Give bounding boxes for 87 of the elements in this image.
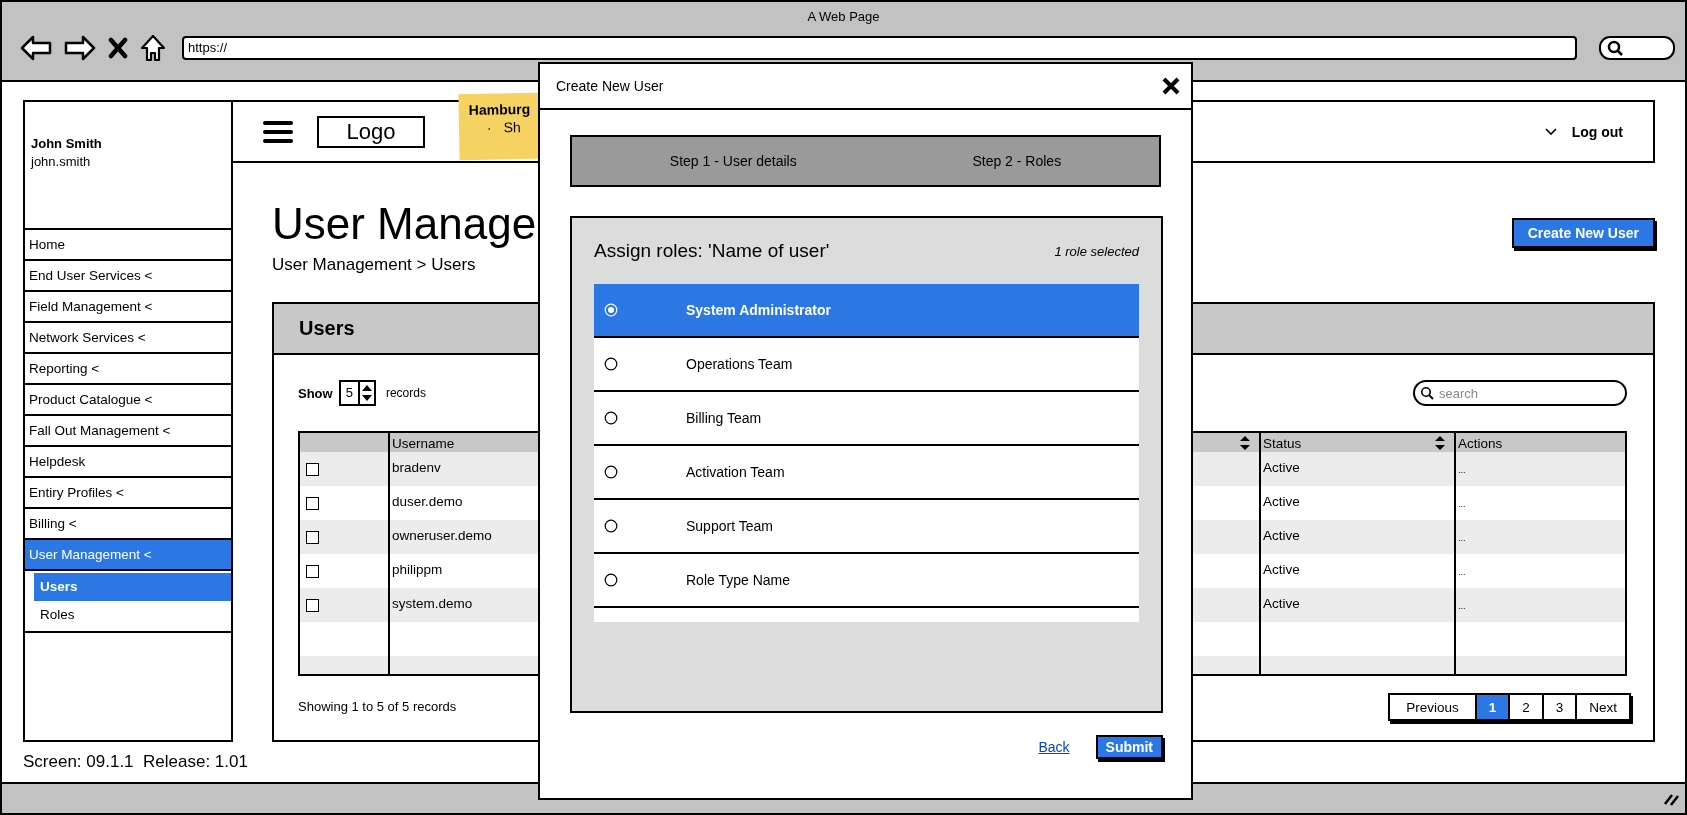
radio-button[interactable] [604,519,618,533]
search-icon [1420,386,1434,400]
role-option[interactable]: Role Type Name [594,554,1139,608]
role-option[interactable]: Activation Team [594,446,1139,500]
search-field[interactable]: search [1413,380,1627,406]
nav-item[interactable]: Helpdesk [25,447,231,478]
table-cell: philippm [392,562,443,577]
table-cell: Active [1263,494,1300,509]
role-option[interactable]: System Administrator [594,284,1139,338]
nav-subitem[interactable]: Users [34,573,231,601]
table-cell: owneruser.demo [392,528,492,543]
column-header: Status [1263,435,1302,451]
breadcrumb: User Management > Users [272,255,476,275]
nav-item[interactable]: Product Catalogue < [25,385,231,416]
nav-item[interactable]: Entiry Profiles < [25,478,231,509]
nav-item[interactable]: Field Management < [25,292,231,323]
search-icon [1607,40,1623,56]
radio-button[interactable] [604,357,618,371]
page-button[interactable]: 1 [1474,695,1509,719]
panel-title: Users [299,317,355,340]
page-size-field[interactable]: 5 [338,380,376,406]
sort-icon[interactable] [1434,435,1446,451]
create-user-button[interactable]: Create New User [1511,218,1655,248]
table-cell-text: ... [1458,498,1466,509]
column-header: Actions [1458,435,1503,451]
table-cell: Active [1263,562,1300,577]
table-cell-text: ... [1458,464,1466,475]
nav-item[interactable]: Home [25,230,231,261]
table-cell: Active [1263,596,1300,611]
row-checkbox[interactable] [306,463,319,476]
address-field[interactable]: https:// [182,36,1577,60]
nav-item[interactable]: Reporting < [25,354,231,385]
nav-item[interactable]: User Management < [25,540,231,571]
logo: Logo [317,115,425,148]
note-bullet: · [486,119,492,136]
radio-button[interactable] [604,465,618,479]
note-title: Hamburg [468,100,532,118]
step-label: Step 1 - User details [669,153,797,169]
user-login: john.smith [31,154,92,169]
menu-icon[interactable] [263,118,293,145]
dialog-title: Create New User [556,78,664,94]
nav-item[interactable]: Network Services < [25,323,231,354]
note-text: Sh [503,119,521,136]
table-cell-text: ... [1458,566,1466,577]
nav-item[interactable]: End User Services < [25,261,231,292]
radio-button[interactable] [604,411,618,425]
chevron-down-icon[interactable] [1543,126,1558,137]
table-cell: Active [1263,460,1300,475]
nav-item[interactable]: Fall Out Management < [25,416,231,447]
table-cell: Active [1263,528,1300,543]
search-field[interactable] [1599,36,1675,60]
user-name: John Smith [31,136,103,151]
roles-heading: Assign roles: 'Name of user' [594,240,830,262]
table-cell: bradenv [392,460,441,475]
home-icon[interactable] [140,34,166,62]
step-label: Step 2 - Roles [972,153,1062,169]
screen-release-note: Screen: 09.1.1 Release: 1.01 [23,752,249,772]
forward-icon[interactable] [64,35,96,61]
records-summary: Showing 1 to 5 of 5 records [298,698,457,714]
row-checkbox[interactable] [306,531,319,544]
row-checkbox[interactable] [306,497,319,510]
sort-icon[interactable] [1239,435,1251,451]
row-checkbox[interactable] [306,599,319,612]
submit-button[interactable]: Submit [1095,735,1163,759]
back-icon[interactable] [20,35,52,61]
stop-icon[interactable] [108,37,128,59]
role-option[interactable]: Operations Team [594,338,1139,392]
resize-grip-icon[interactable] [1663,792,1679,806]
show-label: Show [298,385,333,401]
table-cell: duser.demo [392,494,463,509]
selection-count: 1 role selected [1054,243,1139,259]
table-cell-text: ... [1458,532,1466,543]
nav-subitem[interactable]: Roles [34,601,231,629]
table-cell: system.demo [392,596,473,611]
back-link[interactable]: Back [1038,739,1070,755]
column-header: Username [392,435,455,451]
logout-link[interactable]: Log out [1571,123,1623,140]
window-title: A Web Page [806,8,881,24]
page-title: User Manage [272,198,537,250]
close-icon[interactable] [1161,76,1181,96]
table-cell-text: ... [1458,600,1466,611]
stepper-icon[interactable] [359,383,374,403]
row-checkbox[interactable] [306,565,319,578]
records-label: records [385,386,426,400]
role-option[interactable]: Support Team [594,500,1139,554]
radio-button[interactable] [604,573,618,587]
role-option[interactable]: Billing Team [594,392,1139,446]
